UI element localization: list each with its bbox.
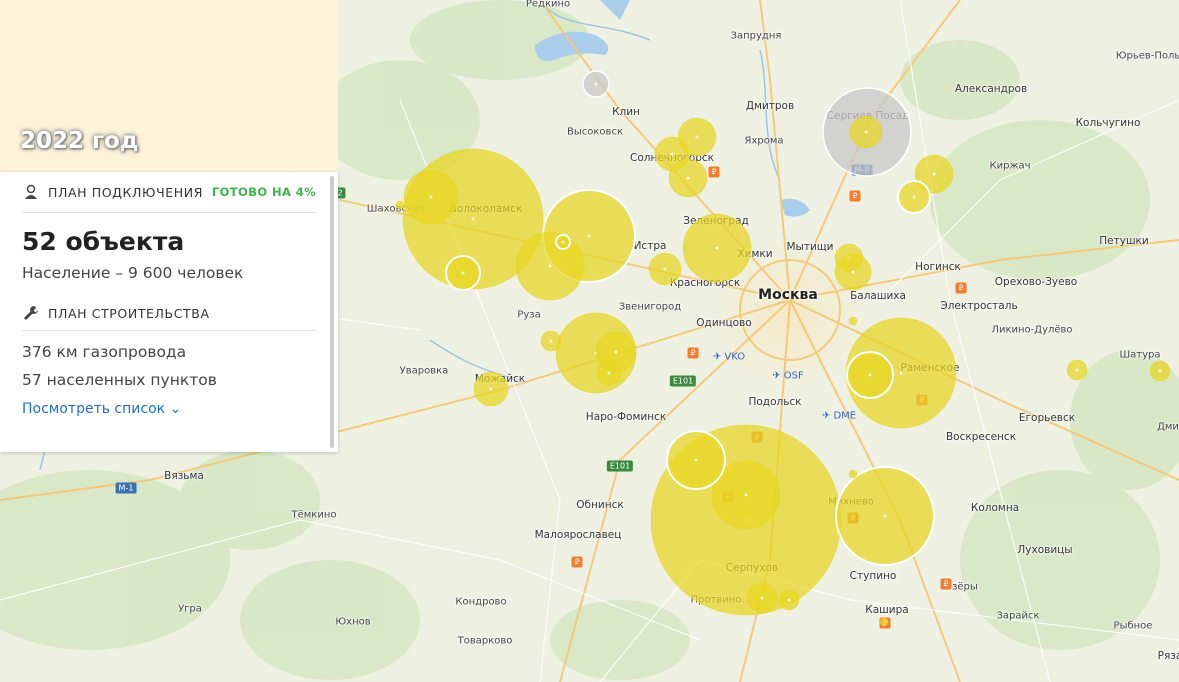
connection-plan-header: ПЛАН ПОДКЛЮЧЕНИЯ ГОТОВО НА 4% xyxy=(22,172,316,213)
year-header: 2022 год xyxy=(0,0,338,172)
bubble-center-dot xyxy=(587,234,591,238)
info-panel: ПЛАН ПОДКЛЮЧЕНИЯ ГОТОВО НА 4% 52 объекта… xyxy=(0,172,338,452)
bubble-center-dot xyxy=(899,371,903,375)
gas-pipeline-length: 376 км газопровода xyxy=(22,343,187,361)
objects-count: 52 объекта xyxy=(22,227,185,256)
construction-plan-label: ПЛАН СТРОИТЕЛЬСТВА xyxy=(48,305,210,321)
bubble-center-dot xyxy=(663,267,667,271)
bubble-center-dot xyxy=(489,387,493,391)
year-label: 2022 год xyxy=(20,128,139,154)
settlements-count: 57 населенных пунктов xyxy=(22,371,217,389)
bubble-center-dot xyxy=(549,339,553,343)
construction-plan-header: ПЛАН СТРОИТЕЛЬСТВА xyxy=(22,296,316,331)
ready-percentage: ГОТОВО НА 4% xyxy=(211,185,316,199)
bubble-center-dot xyxy=(594,82,598,86)
see-list-link[interactable]: Посмотреть список ⌄ xyxy=(22,401,181,417)
bubble-center-dot xyxy=(614,350,618,354)
planned-object-bubble[interactable] xyxy=(395,200,405,210)
panel-scrollbar[interactable] xyxy=(330,176,334,448)
bubble-center-dot xyxy=(561,240,565,244)
bubble-center-dot xyxy=(868,373,872,377)
bubble-center-dot xyxy=(429,195,433,199)
bubble-center-dot xyxy=(695,135,699,139)
bubble-center-dot xyxy=(686,176,690,180)
bubble-center-dot xyxy=(760,596,764,600)
bubble-center-dot xyxy=(864,130,868,134)
planned-object-bubble[interactable] xyxy=(848,469,858,479)
bubble-center-dot xyxy=(883,514,887,518)
bubble-center-dot xyxy=(851,270,855,274)
bubble-center-dot xyxy=(548,264,552,268)
bubble-center-dot xyxy=(694,458,698,462)
planned-object-bubble[interactable] xyxy=(879,617,889,627)
bubble-center-dot xyxy=(1158,369,1162,373)
user-icon xyxy=(22,183,40,201)
bubble-center-dot xyxy=(912,195,916,199)
bubble-center-dot xyxy=(471,217,475,221)
bubble-center-dot xyxy=(461,271,465,275)
bubble-center-dot xyxy=(932,172,936,176)
bubble-center-dot xyxy=(670,152,674,156)
connection-plan-label: ПЛАН ПОДКЛЮЧЕНИЯ xyxy=(48,184,203,200)
bubble-center-dot xyxy=(787,598,791,602)
bubble-center-dot xyxy=(715,246,719,250)
bubble-center-dot xyxy=(1075,368,1079,372)
population: Население – 9 600 человек xyxy=(22,264,244,282)
planned-object-bubble[interactable] xyxy=(848,316,858,326)
wrench-icon xyxy=(22,304,40,322)
bubble-center-dot xyxy=(607,371,611,375)
bubble-center-dot xyxy=(744,493,748,497)
